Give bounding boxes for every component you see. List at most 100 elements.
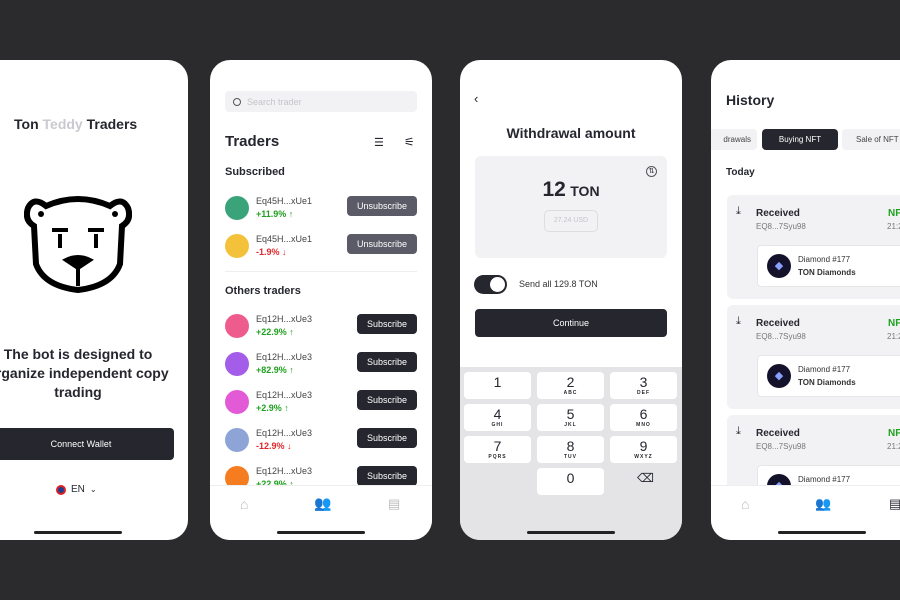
home-indicator [34, 531, 122, 534]
filter-icon[interactable]: ⚟ [404, 135, 415, 149]
backspace-icon[interactable]: ⌫ [637, 471, 654, 485]
chevron-down-icon: ⌄ [89, 485, 97, 494]
trader-change: -12.9% ↓ [256, 441, 292, 451]
history-tab[interactable]: drawals [711, 129, 757, 150]
search-icon [233, 97, 241, 106]
transaction-type: Received [756, 208, 800, 219]
sort-icon[interactable]: ☰ [374, 136, 384, 149]
page-title: History [726, 92, 775, 108]
avatar [225, 428, 249, 452]
trader-change: -1.9% ↓ [256, 247, 287, 257]
withdraw-screen: ‹ Withdrawal amount ⇅ 12 TON 27.24 USD S… [460, 60, 682, 540]
archive-icon[interactable]: ▤ [388, 496, 400, 512]
trader-change: +22.9% ↑ [256, 327, 294, 337]
key-6[interactable]: 6 MNO [610, 404, 677, 431]
search-input[interactable]: Search trader [225, 91, 417, 112]
history-item[interactable]: ⤓ Received EQ8...7Syu98 NF 21:2 ◆ Diamon… [727, 195, 900, 299]
trader-name: Eq45H...xUe1 [256, 234, 313, 244]
transaction-type: Received [756, 318, 800, 329]
language-selector[interactable]: EN ⌄ [56, 484, 97, 495]
key-4[interactable]: 4 GHI [464, 404, 531, 431]
nft-collection: TON Diamonds [798, 268, 856, 277]
trader-change: +82.9% ↑ [256, 365, 294, 375]
nft-card[interactable]: ◆ Diamond #177 TON Diamonds [757, 245, 900, 287]
others-heading: Others traders [225, 285, 301, 297]
connect-wallet-button[interactable]: Connect Wallet [0, 428, 174, 460]
history-item[interactable]: ⤓ Received EQ8...7Syu98 NF 21:2 ◆ Diamon… [727, 305, 900, 409]
amount-card: ⇅ 12 TON 27.24 USD [475, 156, 667, 258]
transaction-tag: NF [888, 318, 900, 329]
key-0[interactable]: 0 [537, 468, 604, 495]
key-3[interactable]: 3 DEF [610, 372, 677, 399]
history-tab[interactable]: Sale of NFT [842, 129, 900, 150]
trader-name: Eq12H...xUe3 [256, 352, 313, 362]
divider [225, 271, 417, 272]
back-icon[interactable]: ‹ [474, 91, 478, 106]
avatar [225, 390, 249, 414]
history-tab[interactable]: Buying NFT [762, 129, 838, 150]
nft-name: Diamond #177 [798, 475, 851, 484]
subscribe-button[interactable]: Subscribe [357, 352, 417, 372]
nft-collection: TON Diamonds [798, 378, 856, 387]
subscribe-button[interactable]: Subscribe [357, 428, 417, 448]
transaction-tag: NF [888, 208, 900, 219]
nft-name: Diamond #177 [798, 365, 851, 374]
key-7[interactable]: 7 PQRS [464, 436, 531, 463]
history-screen: History drawals Buying NFT Sale of NFT Tod… [711, 60, 900, 540]
numeric-keypad: ⌫ 1 2 ABC 3 DEF 4 GHI 5 JKL 6 MNO 7 PQRS 8 TUV 9 WXYZ 0 [460, 367, 682, 540]
trader-name: Eq12H...xUe3 [256, 428, 313, 438]
trader-name: Eq12H...xUe3 [256, 466, 313, 476]
home-indicator [527, 531, 615, 534]
welcome-screen: Ton Teddy Traders The bot is designed to… [0, 60, 188, 540]
trader-name: Eq12H...xUe3 [256, 314, 313, 324]
amount-value: 12 TON [542, 178, 600, 201]
download-icon: ⤓ [736, 425, 741, 437]
unsubscribe-button[interactable]: Unsubscribe [347, 196, 417, 216]
home-icon[interactable]: ⌂ [741, 496, 749, 512]
subscribe-button[interactable]: Subscribe [357, 314, 417, 334]
uk-flag-icon [56, 484, 66, 495]
trader-name: Eq45H...xUe1 [256, 196, 313, 206]
nft-card[interactable]: ◆ Diamond #177 TON Diamonds [757, 355, 900, 397]
send-all-toggle[interactable] [474, 275, 507, 294]
avatar [225, 234, 249, 258]
trader-change: +2.9% ↑ [256, 403, 289, 413]
page-title: Withdrawal amount [506, 125, 636, 141]
key-2[interactable]: 2 ABC [537, 372, 604, 399]
transaction-address: EQ8...7Syu98 [756, 442, 806, 451]
avatar [225, 314, 249, 338]
nft-name: Diamond #177 [798, 255, 851, 264]
diamond-icon: ◆ [767, 254, 791, 278]
users-icon[interactable]: 👥 [815, 496, 831, 512]
home-indicator [778, 531, 866, 534]
transaction-address: EQ8...7Syu98 [756, 332, 806, 341]
app-title: Ton Teddy Traders [14, 116, 138, 132]
traders-screen: Search trader Traders ☰ ⚟ Subscribed Eq4… [210, 60, 432, 540]
continue-button[interactable]: Continue [475, 309, 667, 337]
trader-change: +11.9% ↑ [256, 209, 294, 219]
section-today: Today [726, 167, 755, 178]
transaction-time: 21:2 [887, 332, 900, 341]
archive-icon[interactable]: ▤ [889, 496, 900, 512]
key-1[interactable]: 1 [464, 372, 531, 399]
send-all-label: Send all 129.8 TON [519, 279, 598, 289]
key-8[interactable]: 8 TUV [537, 436, 604, 463]
key-9[interactable]: 9 WXYZ [610, 436, 677, 463]
transaction-time: 21:2 [887, 442, 900, 451]
avatar [225, 196, 249, 220]
teddy-bear-logo [24, 196, 132, 294]
key-5[interactable]: 5 JKL [537, 404, 604, 431]
page-title: Traders [225, 133, 280, 150]
transaction-address: EQ8...7Syu98 [756, 222, 806, 231]
home-indicator [277, 531, 365, 534]
home-icon[interactable]: ⌂ [240, 496, 248, 512]
swap-currency-icon[interactable]: ⇅ [646, 166, 657, 177]
transaction-tag: NF [888, 428, 900, 439]
users-icon[interactable]: 👥 [314, 495, 331, 512]
diamond-icon: ◆ [767, 364, 791, 388]
transaction-time: 21:2 [887, 222, 900, 231]
subscribe-button[interactable]: Subscribe [357, 466, 417, 486]
avatar [225, 352, 249, 376]
subscribe-button[interactable]: Subscribe [357, 390, 417, 410]
unsubscribe-button[interactable]: Unsubscribe [347, 234, 417, 254]
